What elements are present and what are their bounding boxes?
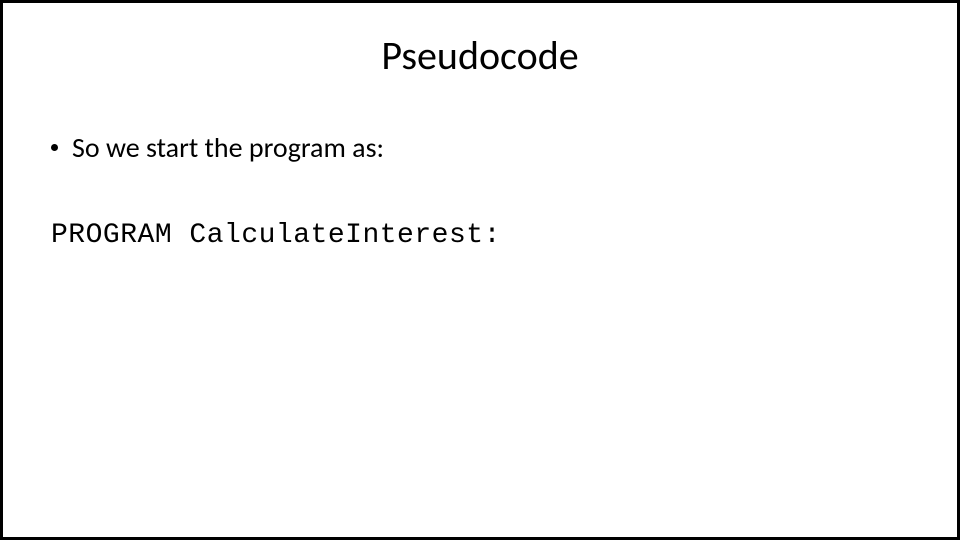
slide-title: Pseudocode xyxy=(43,31,917,80)
slide-container: Pseudocode So we start the program as: P… xyxy=(0,0,960,540)
bullet-item: So we start the program as: xyxy=(51,130,917,165)
bullet-icon xyxy=(51,144,58,151)
pseudocode-line: PROGRAM CalculateInterest: xyxy=(51,220,917,251)
bullet-text: So we start the program as: xyxy=(72,130,384,165)
